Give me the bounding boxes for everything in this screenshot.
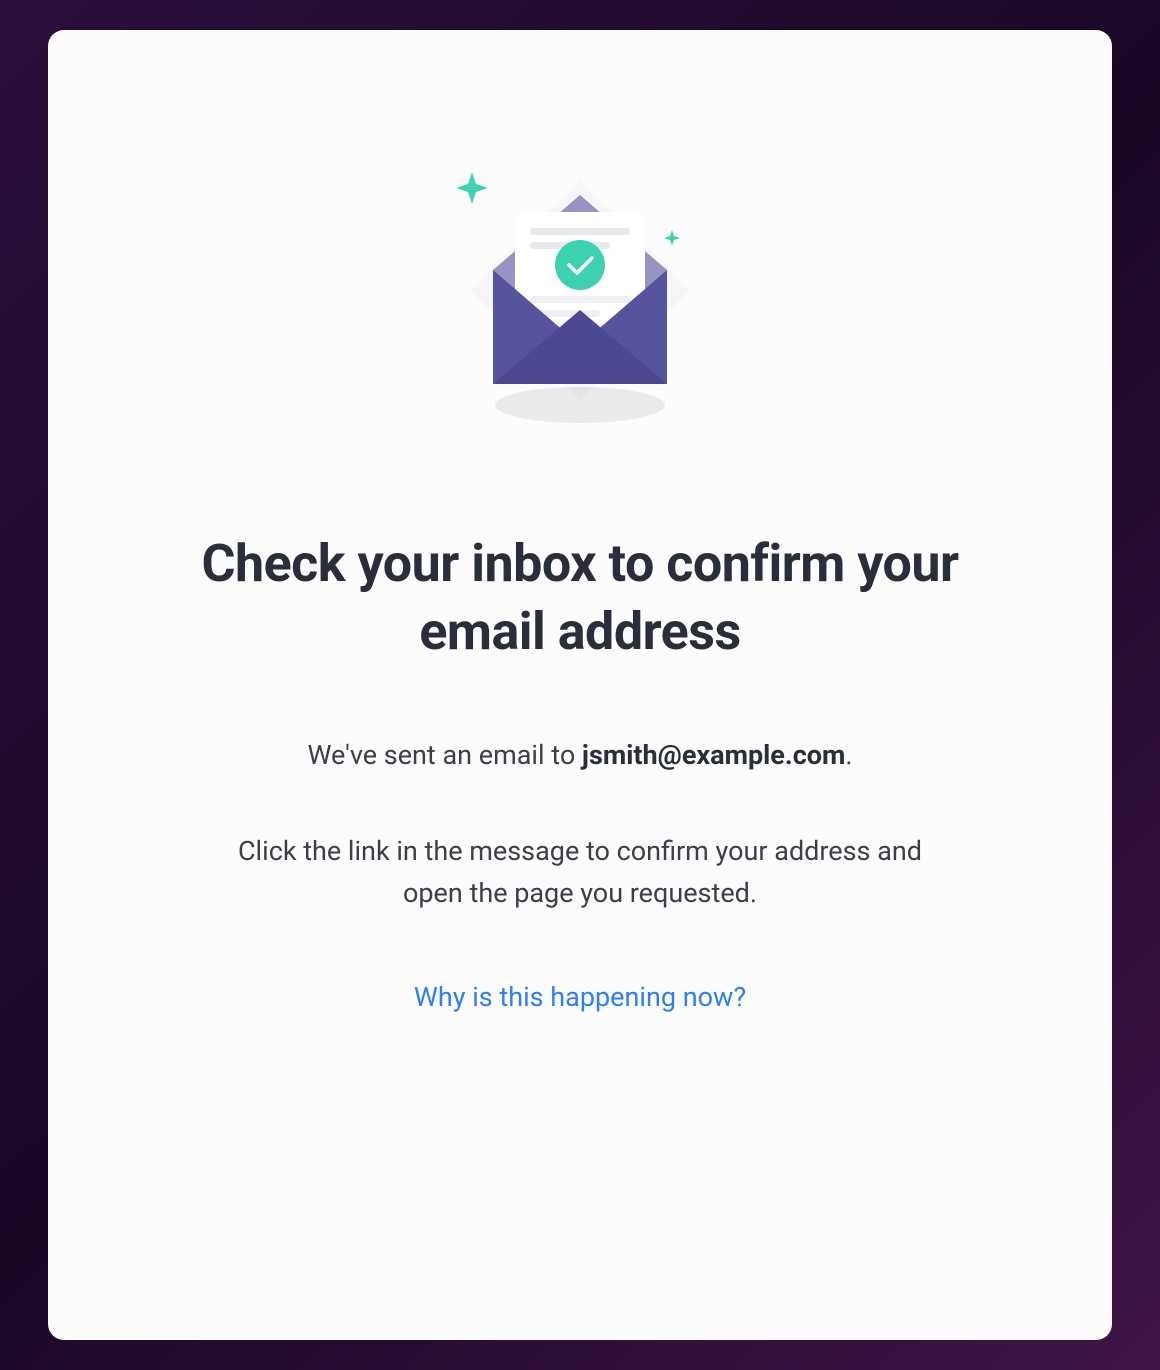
- sent-email-text: We've sent an email to jsmith@example.co…: [307, 735, 852, 777]
- sent-prefix: We've sent an email to: [307, 739, 581, 771]
- page-heading: Check your inbox to confirm your email a…: [200, 530, 960, 665]
- instruction-text: Click the link in the message to confirm…: [210, 831, 950, 915]
- envelope-check-icon: [440, 150, 720, 440]
- email-address: jsmith@example.com: [582, 739, 846, 771]
- sent-suffix: .: [845, 739, 852, 771]
- why-happening-link[interactable]: Why is this happening now?: [414, 981, 746, 1013]
- confirmation-card: Check your inbox to confirm your email a…: [48, 30, 1112, 1340]
- envelope-illustration: [440, 150, 720, 440]
